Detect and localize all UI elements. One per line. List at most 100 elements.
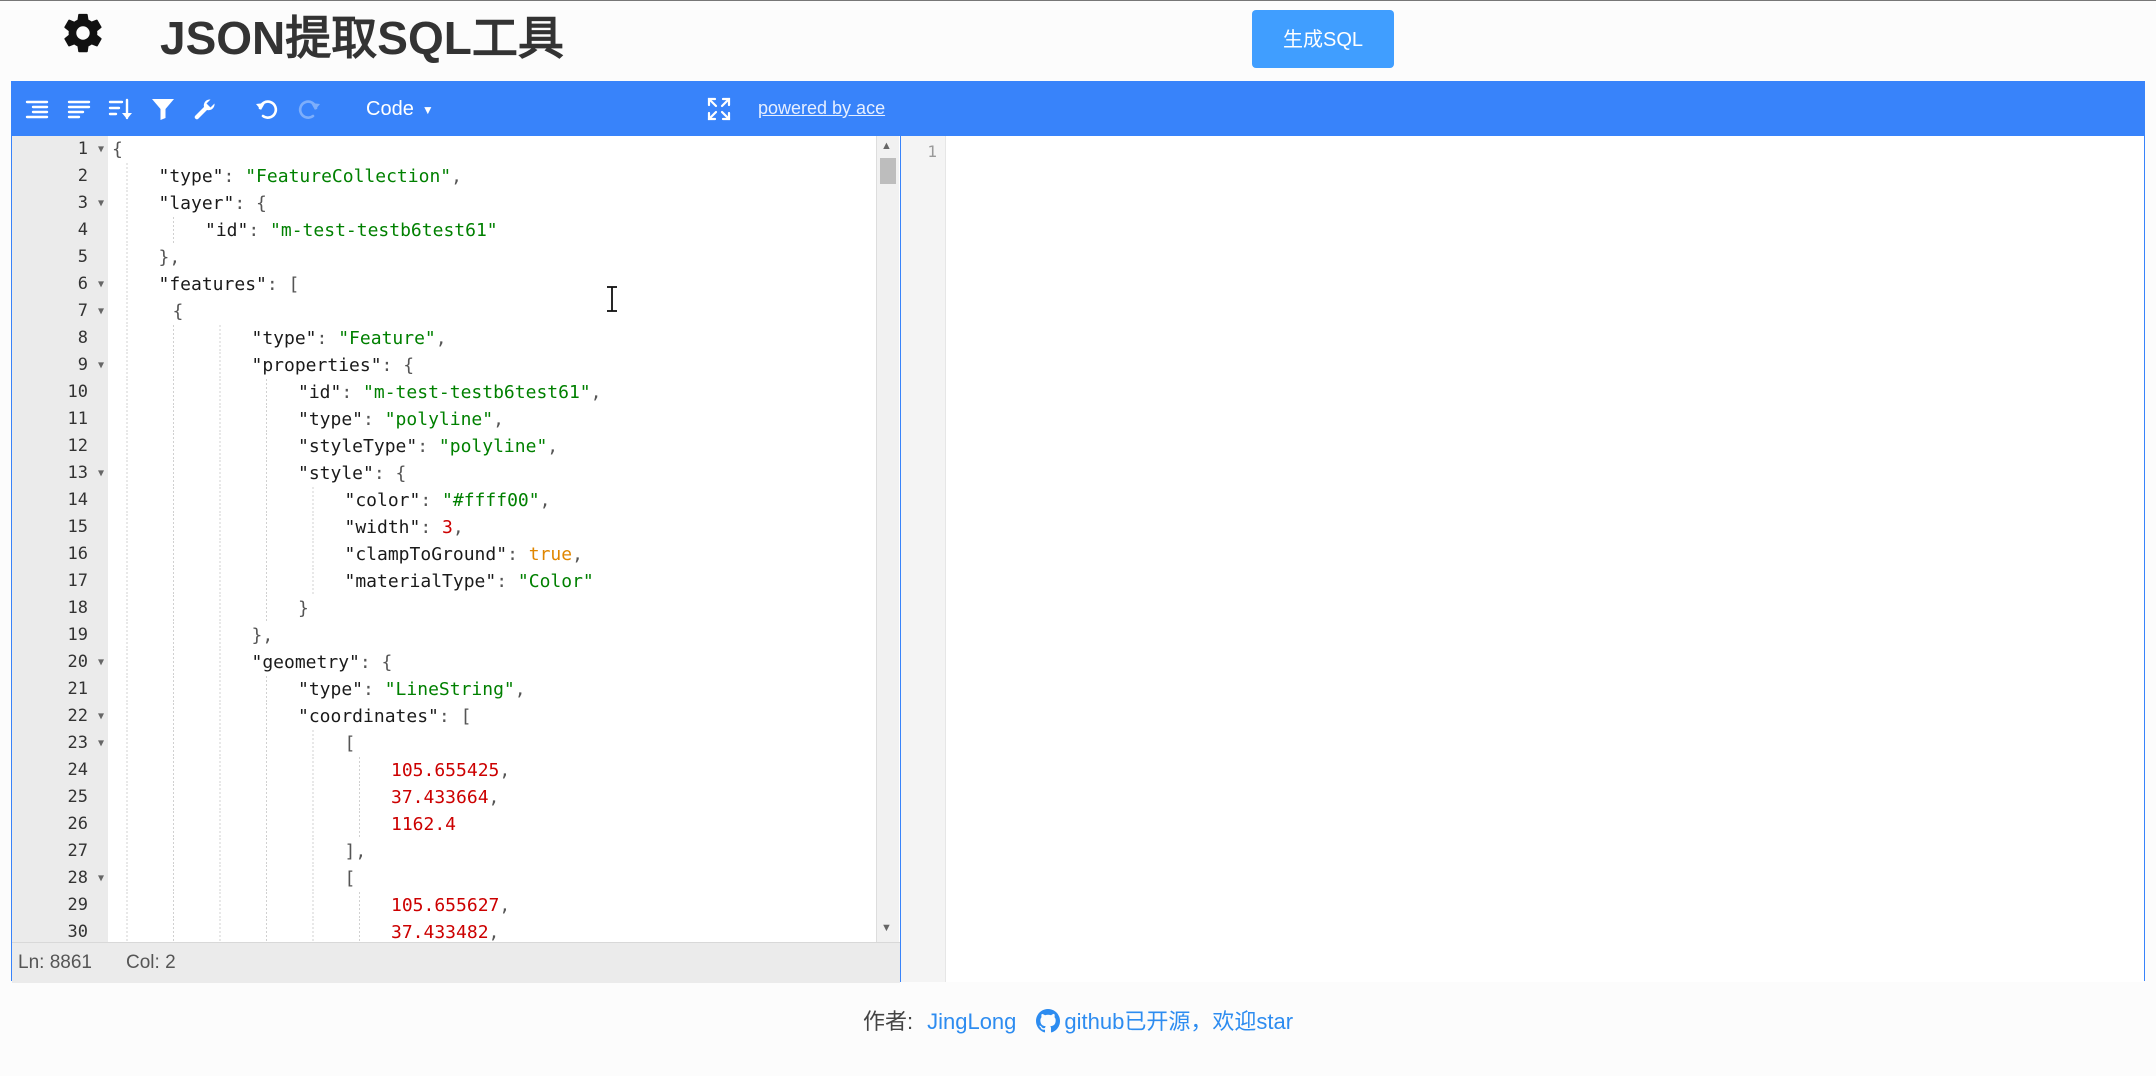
line-number: 29 [67,895,88,915]
code-token: : [ [266,274,300,295]
code-token: "Feature" [338,328,436,349]
github-link[interactable]: github已开源，欢迎star [1036,1009,1293,1034]
fold-toggle-icon[interactable]: ▼ [98,271,104,298]
code-token: [ [344,868,356,889]
code-token: { [112,139,123,160]
line-number: 6 [77,274,88,294]
top-border [0,0,2156,1]
text-cursor-icon [604,286,620,312]
scrollbar-thumb[interactable] [880,158,896,184]
gutter-row: 21 [12,676,108,703]
gutter-row: 27 [12,838,108,865]
filter-icon[interactable] [148,94,178,124]
line-number: 22 [67,706,88,726]
sort-icon[interactable] [106,94,136,124]
line-number: 5 [77,247,88,267]
code-token: , [488,787,500,808]
line-number: 19 [67,625,88,645]
code-token: "features" [158,274,267,295]
transform-wrench-icon[interactable] [190,94,220,124]
code-line: { [172,298,183,325]
fold-toggle-icon[interactable]: ▼ [98,136,104,163]
code-token: , [547,436,559,457]
fold-toggle-icon[interactable]: ▼ [98,460,104,487]
line-number: 18 [67,598,88,618]
cursor-col-status: Col: 2 [126,952,176,973]
redo-icon[interactable] [294,94,324,124]
code-token: : [420,490,443,511]
code-token: "LineString" [384,679,515,700]
fullscreen-icon[interactable] [704,94,734,124]
gutter-row: 17 [12,568,108,595]
code-line: { [112,136,123,163]
cursor-line-status: Ln: 8861 [18,952,92,973]
line-number: 28 [67,868,88,888]
code-token: , [451,166,462,187]
fold-toggle-icon[interactable]: ▼ [98,703,104,730]
gutter-row: 28 ▼ [12,865,108,892]
code-token: : [496,571,518,592]
code-line: [ [345,865,356,892]
right-output-pane[interactable]: 1 [901,136,2144,982]
code-token: "color" [344,490,421,511]
code-line: "type": "LineString", [298,676,526,703]
code-line: "type": "Feature", [252,325,447,352]
gear-icon[interactable] [60,10,106,56]
expand-all-icon[interactable] [22,94,52,124]
fold-toggle-icon[interactable]: ▼ [98,190,104,217]
code-token: "style" [298,463,374,484]
code-token: "type" [158,166,224,187]
output-line-number: 1 [927,142,937,161]
line-number: 16 [67,544,88,564]
code-line: "geometry": { [252,649,393,676]
gutter-row: 7 ▼ [12,298,108,325]
code-token: "id" [298,382,342,403]
code-token: "styleType" [298,436,418,457]
fold-toggle-icon[interactable]: ▼ [98,352,104,379]
code-token: : { [234,193,267,214]
code-token: "coordinates" [298,706,439,727]
collapse-all-icon[interactable] [64,94,94,124]
code-token: "layer" [158,193,235,214]
gutter-row: 25 [12,784,108,811]
code-token: "type" [251,328,317,349]
code-token: , [499,895,511,916]
code-token: "Color" [517,571,594,592]
code-token: : [316,328,339,349]
line-number: 25 [67,787,88,807]
code-token: 37.433664 [391,787,489,808]
scroll-down-icon[interactable]: ▼ [881,922,892,934]
fold-toggle-icon[interactable]: ▼ [98,865,104,892]
vertical-scrollbar[interactable] [876,136,899,942]
code-token: "clampToGround" [344,544,508,565]
gutter-row: 13 ▼ [12,460,108,487]
footer: 作者: JingLong github已开源，欢迎star [0,1004,2156,1040]
code-line: "color": "#ffff00", [345,487,551,514]
fold-toggle-icon[interactable]: ▼ [98,298,104,325]
code-token: : [420,517,443,538]
code-area[interactable]: {"type": "FeatureCollection", "layer": {"… [112,136,882,942]
left-code-pane[interactable]: 1 ▼ 2 3 ▼ 4 5 6 ▼ 7 ▼ 8 9 ▼ 10 11 12 13 ▼ 14 15 16 17 18 19 20 ▼ 21… [12,136,901,983]
author-link[interactable]: JingLong [927,1009,1016,1034]
scroll-up-icon[interactable]: ▲ [881,140,892,152]
line-number: 12 [67,436,88,456]
line-number: 20 [67,652,88,672]
status-bar: Ln: 8861 Col: 2 [12,942,900,983]
mode-label: Code [366,98,414,120]
line-number: 14 [67,490,88,510]
fold-toggle-icon[interactable]: ▼ [98,730,104,757]
generate-sql-button[interactable]: 生成SQL [1252,10,1394,68]
code-line: "coordinates": [ [298,703,471,730]
code-token: 37.433482 [391,922,489,942]
code-line: 105.655425, [391,757,510,784]
undo-icon[interactable] [252,94,282,124]
code-token: ], [344,841,367,862]
code-token: "#ffff00" [442,490,540,511]
line-number: 11 [67,409,88,429]
code-token: 3 [442,517,453,538]
line-number: 3 [77,193,88,213]
fold-toggle-icon[interactable]: ▼ [98,649,104,676]
mode-dropdown[interactable]: Code ▼ [366,97,434,122]
indent-guides [126,163,360,942]
powered-by-ace-link[interactable]: powered by ace [758,98,885,119]
